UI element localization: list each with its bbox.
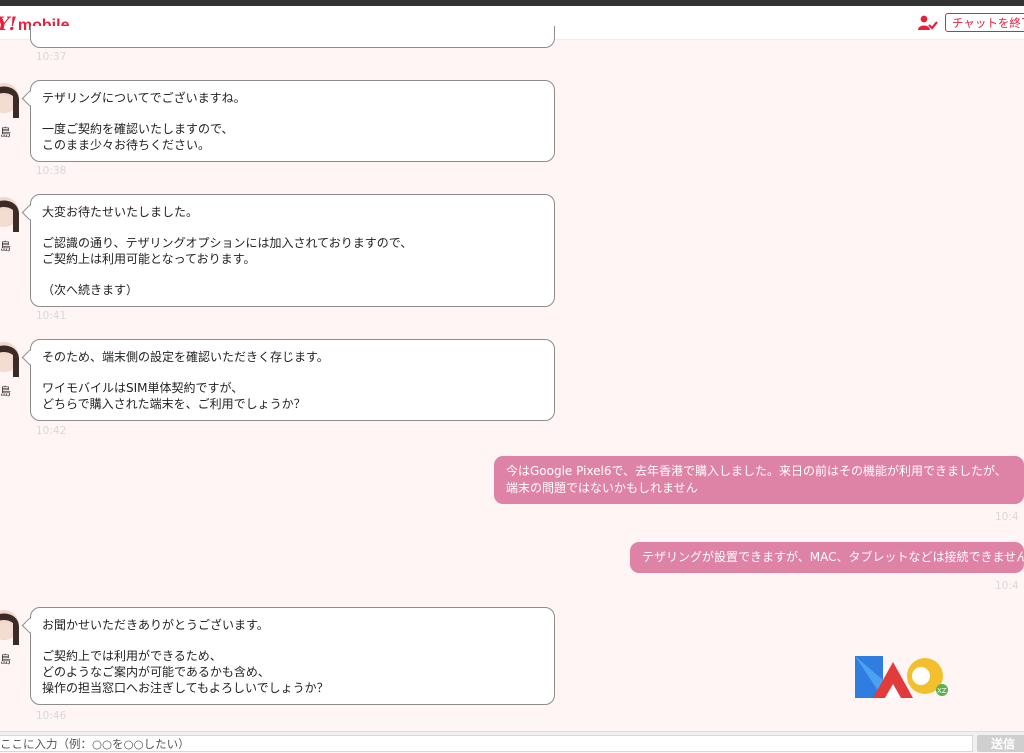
message-time: 10:4	[995, 511, 1019, 523]
customer-message: テザリングが設置できますが、MAC、タブレットなどは接続できません	[630, 542, 1024, 573]
message-input[interactable]	[0, 735, 973, 752]
message-text: お聞かせいただきありがとうございます。	[42, 618, 269, 632]
message-text: ワイモバイルはSIM単体契約ですが、 どちらで購入された端末を、ご利用でしょうか…	[42, 381, 306, 411]
message-time: 10:38	[36, 165, 67, 177]
message-time: 10:46	[36, 710, 67, 722]
message-time: 10:4	[995, 580, 1019, 592]
agent-avatar	[0, 78, 20, 118]
agent-avatar	[0, 337, 20, 377]
message-composer: 送信	[0, 731, 1024, 752]
watermark-logo: XZ	[855, 654, 955, 703]
agent-name: 島	[0, 385, 11, 398]
bubble-pointer	[21, 349, 38, 366]
logo-mark: Y!	[0, 13, 17, 35]
message-text: ご認識の通り、テザリングオプションには加入されておりますので、 ご契約上は利用可…	[42, 236, 413, 266]
message-text: テザリングについてでございますね。	[42, 91, 246, 105]
operator-message: お聞かせいただきありがとうございます。 ご契約上では利用ができるため、 どのよう…	[21, 607, 555, 705]
end-chat-icon[interactable]	[918, 15, 938, 31]
watermark-text: XZ	[937, 687, 947, 695]
end-chat-button[interactable]: チャットを終了	[945, 13, 1024, 32]
agent-avatar	[0, 192, 20, 232]
message-text: （次へ続きます）	[42, 283, 139, 297]
bubble-pointer	[21, 204, 38, 221]
customer-message: 今はGoogle Pixel6で、去年香港で購入しました。来日の前はその機能が利…	[494, 456, 1024, 504]
operator-message: 大変お待たせいたしました。 ご認識の通り、テザリングオプションには加入されており…	[21, 194, 555, 307]
agent-name: 島	[0, 653, 11, 666]
operator-message: そのため、端末側の設定を確認いただきく存じます。 ワイモバイルはSIM単体契約で…	[21, 339, 555, 421]
message-text: そのため、端末側の設定を確認いただきく存じます。	[42, 350, 329, 364]
operator-message: テザリングについてでございますね。 一度ご契約を確認いたしますので、 このまま少…	[21, 80, 555, 162]
agent-name: 島	[0, 126, 11, 139]
message-text: 大変お待たせいたしました。	[42, 205, 199, 219]
agent-avatar	[0, 605, 20, 645]
message-text: 一度ご契約を確認いたしますので、 このまま少々お待ちください。	[42, 122, 234, 152]
message-time: 10:42	[36, 425, 67, 437]
bubble-pointer	[21, 617, 38, 634]
message-time: 10:41	[36, 310, 67, 322]
message-text: ご契約上では利用ができるため、 どのようなご案内が可能であるかも含め、 操作の担…	[42, 649, 329, 695]
bubble-pointer	[21, 90, 38, 107]
send-button[interactable]: 送信	[977, 735, 1024, 752]
previous-message-tail	[30, 26, 555, 48]
agent-name: 島	[0, 240, 11, 253]
message-time: 10:37	[36, 51, 67, 63]
